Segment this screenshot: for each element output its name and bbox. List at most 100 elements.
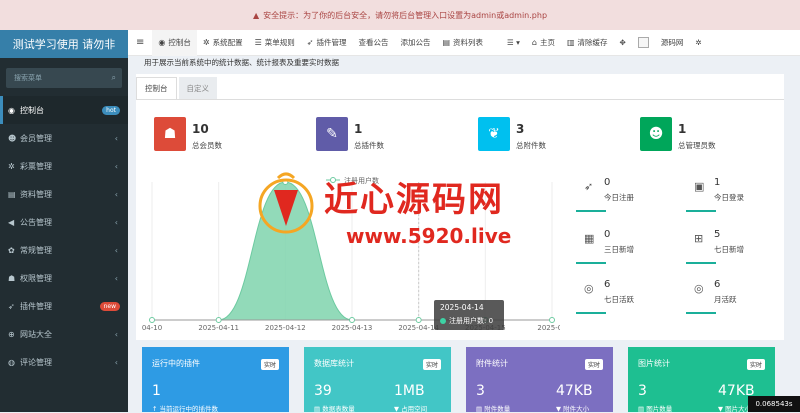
calendar-icon: ▦: [584, 232, 595, 245]
stat-value: 10: [192, 122, 209, 136]
stat-attachments: ❦ 3 总附件数: [478, 117, 598, 155]
trash-icon: ▥: [566, 38, 575, 47]
tab-system-config[interactable]: ✲ 系统配置: [197, 30, 249, 56]
card-value-2: 47KB: [556, 383, 593, 399]
menu-search-input[interactable]: [12, 73, 104, 83]
sidebar-item-plugins[interactable]: ➶ 插件管理 new: [0, 292, 128, 320]
calendar-plus-icon: ⊞: [694, 232, 704, 245]
card-value: 39: [314, 383, 332, 399]
fullscreen-button[interactable]: ✥: [614, 30, 632, 56]
page-description: 用于展示当前系统中的统计数据、统计报表及重要实时数据: [144, 58, 339, 67]
stat-members: ☗ 10 总会员数: [154, 117, 274, 155]
x-tick-label: 2025-04: [537, 324, 560, 332]
id-card-icon: ▣: [694, 180, 705, 193]
chevron-left-icon: ‹: [114, 273, 118, 283]
sidebar-item-materials[interactable]: ▤ 资料管理 ‹: [0, 180, 128, 208]
stat-value: 1: [354, 122, 363, 136]
tooltip-series-name: 注册用户数: [449, 317, 484, 325]
sidebar-item-sites[interactable]: ⊕ 网站大全 ‹: [0, 320, 128, 348]
chevron-left-icon: ‹: [114, 189, 118, 199]
stat-underline: [576, 312, 606, 314]
home-link[interactable]: ⌂ 主页: [526, 30, 561, 56]
settings-button[interactable]: ✲: [689, 30, 707, 56]
legend-label: 注册用户数: [344, 176, 379, 185]
sidebar-item-label: 插件管理: [20, 301, 52, 311]
data-point[interactable]: [349, 317, 355, 323]
source-site-link[interactable]: 源码网: [655, 30, 690, 56]
sidebar-item-notices[interactable]: ◀ 公告管理 ‹: [0, 208, 128, 236]
expand-icon: ✥: [619, 38, 626, 47]
card-running-plugins: 运行中的插件 实时 1 ↑ 当前运行中的插件数: [142, 347, 289, 413]
avatar[interactable]: [632, 30, 655, 56]
sidebar-item-lottery[interactable]: ✲ 彩票管理 ‹: [0, 152, 128, 180]
tab-dashboard[interactable]: ◉ 控制台: [152, 29, 197, 56]
tab-view-notice[interactable]: 查看公告: [352, 30, 394, 56]
data-point[interactable]: [415, 317, 422, 323]
tab-add-notice[interactable]: 添加公告: [394, 30, 436, 56]
file-icon: ▤: [8, 189, 16, 199]
user-circle-icon: ◎: [584, 282, 594, 295]
more-menu-button[interactable]: ☰ ▾: [501, 30, 526, 56]
sidebar-item-label: 评论管理: [20, 357, 52, 367]
stat-value: 0: [604, 177, 611, 188]
sidebar-item-members[interactable]: ☻ 会员管理 ‹: [0, 124, 128, 152]
data-point[interactable]: [149, 317, 155, 323]
rocket-icon: ➶: [584, 180, 594, 193]
site-logo[interactable]: 测试学习使用 请勿非: [0, 30, 128, 58]
clear-cache-button[interactable]: ▥ 清除缓存: [561, 30, 614, 56]
sidebar-item-general[interactable]: ✿ 常规管理 ‹: [0, 236, 128, 264]
comments-icon: ◍: [8, 357, 15, 367]
tab-custom[interactable]: 自定义: [178, 77, 217, 99]
page-timer: 0.068543s: [748, 396, 800, 412]
stat-seven-active: ◎ 6 七日活跃: [576, 274, 676, 318]
realtime-badge: 实时: [422, 359, 441, 370]
security-alert: ▲ 安全提示：为了你的后台安全，请勿将后台管理入口设置为admin或admin.…: [0, 0, 800, 30]
x-tick-label: 2025-04-12: [265, 324, 306, 332]
sidebar-item-label: 彩票管理: [20, 161, 52, 171]
users-icon: ☗: [8, 273, 16, 283]
chevron-left-icon: ‹: [114, 161, 118, 171]
user-circle-icon: ◎: [694, 282, 704, 295]
chevron-left-icon: ‹: [114, 133, 118, 143]
card-value: 3: [638, 383, 647, 399]
panel-tabs: 控制台 自定义: [136, 77, 217, 99]
nav-label: 菜单规则: [264, 38, 295, 47]
stat-label: 月活跃: [714, 295, 737, 304]
alert-text: 安全提示：为了你的后台安全，请勿将后台管理入口设置为admin或admin.ph…: [263, 10, 548, 20]
stat-label: 总附件数: [516, 141, 546, 150]
realtime-badge: 实时: [746, 359, 765, 370]
tab-plugins[interactable]: ➶ 插件管理: [301, 30, 353, 56]
bullhorn-icon: ◀: [8, 217, 15, 227]
sidebar-item-permissions[interactable]: ☗ 权限管理 ‹: [0, 264, 128, 292]
sidebar-item-dashboard[interactable]: ◉ 控制台 hot: [0, 96, 128, 124]
top-navbar: ≡ ◉ 控制台 ✲ 系统配置 ☰ 菜单规则 ➶ 插件管理 查看公告 添加公告 ▤ 资料列表…: [128, 29, 800, 56]
tab-menu-rules[interactable]: ☰ 菜单规则: [249, 30, 301, 56]
tab-divider: [136, 99, 784, 100]
sidebar-item-comments[interactable]: ◍ 评论管理 ‹: [0, 348, 128, 376]
chevron-left-icon: ‹: [114, 217, 118, 227]
stat-label: 今日登录: [714, 193, 744, 202]
sidebar-toggle[interactable]: ≡: [128, 30, 152, 56]
nav-label: 查看公告: [358, 38, 389, 47]
sidebar-menu: ◉ 控制台 hot ☻ 会员管理 ‹ ✲ 彩票管理 ‹ ▤ 资料管理 ‹ ◀ 公…: [0, 96, 128, 376]
chart-tooltip: 2025-04-14 注册用户数: 0: [434, 300, 504, 330]
menu-search: ⌕: [6, 68, 122, 88]
data-point[interactable]: [282, 179, 289, 185]
user-icon: ☻: [8, 133, 17, 143]
stat-three-day: ▦ 0 三日新增: [576, 224, 676, 268]
gears-icon: ✲: [8, 161, 15, 171]
data-point[interactable]: [215, 317, 222, 323]
sidebar-item-label: 常规管理: [20, 245, 52, 255]
nav-label: 清除缓存: [577, 38, 608, 47]
sidebar-item-label: 网站大全: [20, 329, 52, 339]
stat-month-active: ◎ 6 月活跃: [686, 274, 786, 318]
sidebar-item-label: 会员管理: [20, 133, 52, 143]
tab-console[interactable]: 控制台: [136, 77, 177, 99]
avatar-image-icon: [637, 37, 649, 48]
chart-legend[interactable]: 注册用户数: [326, 176, 379, 185]
stat-label: 总管理员数: [678, 141, 716, 150]
tab-material-list[interactable]: ▤ 资料列表: [436, 30, 489, 56]
search-icon[interactable]: ⌕: [112, 73, 116, 83]
data-point[interactable]: [549, 317, 555, 323]
stat-today-register: ➶ 0 今日注册: [576, 172, 676, 216]
